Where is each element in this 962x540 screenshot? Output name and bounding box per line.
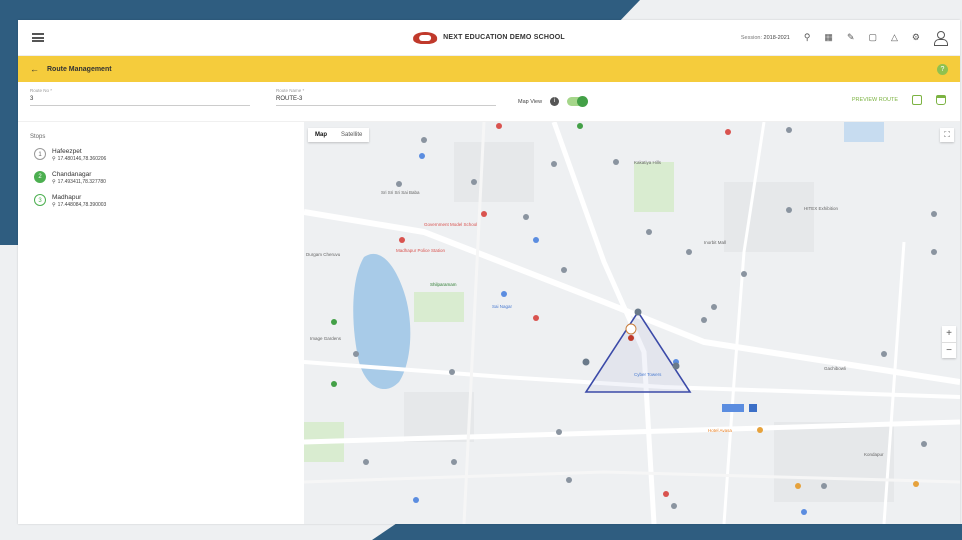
route-name-input[interactable]: ROUTE-3 — [276, 96, 496, 106]
place-sai-baba[interactable]: Sri Sri Sri Sai Baba — [381, 190, 420, 195]
map-view-label: Map View — [518, 98, 543, 105]
fullscreen-icon[interactable]: ⛶ — [940, 128, 954, 142]
location-pin-icon: ⚲ — [52, 179, 56, 185]
map-type-tabs: Map Satellite — [308, 128, 370, 142]
stop-item[interactable]: 3 Madhapur ⚲ 17.448084,78.390003 — [30, 194, 292, 208]
edit-icon[interactable]: ✎ — [847, 33, 855, 42]
decorative-bottom-band — [372, 524, 962, 540]
place-sai-nagar[interactable]: Sai Nagar — [492, 304, 512, 309]
menu-icon[interactable] — [32, 33, 44, 42]
calendar-icon[interactable]: ▦ — [824, 33, 833, 42]
route-name-label: Route Name * — [276, 88, 305, 93]
stop-coordinates: 17.493411,78.327780 — [57, 179, 106, 185]
place-kakatiya[interactable]: Kakatiya Hills — [634, 160, 661, 165]
decorative-left-band — [0, 0, 18, 245]
help-icon[interactable]: ? — [937, 63, 948, 75]
top-right-toolbar: Session: 2018-2021 ⚲ ▦ ✎ ▢ △ ⚙ — [741, 30, 948, 46]
search-icon[interactable]: ⚲ — [804, 33, 811, 42]
stop-item[interactable]: 2 Chandanagar ⚲ 17.493411,78.327780 — [30, 171, 292, 185]
stop-name: Hafeezpet — [52, 148, 82, 155]
stop-name: Chandanagar — [52, 171, 92, 178]
route-actions: PREVIEW ROUTE — [852, 95, 946, 105]
tab-satellite[interactable]: Satellite — [334, 128, 369, 142]
main-content: Stops 1 Hafeezpet ⚲ 17.480146,78.360206 2… — [18, 122, 960, 524]
session-display[interactable]: Session: 2018-2021 — [741, 35, 790, 41]
map-view-toggle[interactable] — [567, 96, 589, 107]
map-canvas[interactable] — [304, 122, 960, 524]
place-hitex[interactable]: HITEX Exhibition — [804, 206, 838, 211]
settings-icon[interactable]: ⚙ — [912, 33, 920, 42]
brand: NEXT EDUCATION DEMO SCHOOL — [413, 31, 565, 44]
stops-panel: Stops 1 Hafeezpet ⚲ 17.480146,78.360206 2… — [18, 122, 304, 524]
location-pin-icon: ⚲ — [52, 202, 56, 208]
session-label: Session: — [740, 34, 762, 41]
user-icon[interactable] — [934, 30, 948, 46]
stop-number-marker: 1 — [34, 148, 46, 160]
school-logo — [413, 31, 438, 44]
route-form: Route No * 3 Route Name * ROUTE-3 Map Vi… — [18, 82, 960, 122]
place-image-gardens[interactable]: Image Gardens — [310, 336, 341, 341]
edit-route-icon[interactable] — [912, 95, 922, 105]
school-name: NEXT EDUCATION DEMO SCHOOL — [443, 34, 565, 41]
page-title: Route Management — [47, 65, 112, 73]
stop-number-marker: 3 — [34, 194, 46, 206]
stop-number-marker: 2 — [34, 171, 46, 183]
map-view-control: Map View i — [518, 96, 589, 107]
zoom-control: + − — [942, 326, 956, 358]
place-durgam[interactable]: Durgam Cheruvu — [306, 252, 340, 257]
zoom-out-button[interactable]: − — [942, 342, 956, 358]
page-header: ← Route Management ? — [18, 56, 960, 82]
route-no-field[interactable]: Route No * 3 — [30, 88, 250, 106]
stop-coordinates: 17.448084,78.390003 — [57, 202, 107, 208]
place-govt-school[interactable]: Government Model School — [424, 222, 477, 227]
place-shilparamam[interactable]: Shilparamam — [430, 282, 457, 287]
back-arrow-icon[interactable]: ← — [30, 64, 39, 74]
message-icon[interactable]: ▢ — [868, 33, 877, 42]
location-pin-icon: ⚲ — [52, 156, 56, 162]
preview-route-button[interactable]: PREVIEW ROUTE — [852, 97, 898, 103]
top-bar: NEXT EDUCATION DEMO SCHOOL Session: 2018… — [18, 20, 960, 56]
route-no-input[interactable]: 3 — [30, 96, 250, 106]
route-map[interactable]: Sri Sri Sri Sai Baba Government Model Sc… — [304, 122, 960, 524]
route-name-field[interactable]: Route Name * ROUTE-3 — [276, 88, 496, 106]
place-gachibowli[interactable]: Gachibowli — [824, 366, 846, 371]
stops-title: Stops — [30, 134, 46, 140]
place-inorbit[interactable]: Inorbit Mall — [704, 240, 726, 245]
tab-map[interactable]: Map — [308, 128, 334, 142]
place-cyber-towers[interactable]: Cyber Towers — [634, 372, 661, 377]
stop-item[interactable]: 1 Hafeezpet ⚲ 17.480146,78.360206 — [30, 148, 292, 162]
place-kondapur[interactable]: Kondapur — [864, 452, 884, 457]
session-value: 2018-2021 — [763, 34, 790, 41]
zoom-in-button[interactable]: + — [942, 326, 956, 342]
app-window: NEXT EDUCATION DEMO SCHOOL Session: 2018… — [18, 20, 960, 524]
stop-coordinates: 17.480146,78.360206 — [57, 156, 107, 162]
place-avasa[interactable]: Hotel Avasa — [708, 428, 732, 433]
delete-route-icon[interactable] — [936, 95, 946, 105]
decorative-top-band — [0, 0, 640, 20]
route-no-label: Route No * — [30, 88, 53, 93]
info-icon[interactable]: i — [550, 97, 560, 106]
stop-name: Madhapur — [52, 194, 82, 201]
place-police-station[interactable]: Madhapur Police Station — [396, 248, 445, 253]
bell-icon[interactable]: △ — [891, 33, 898, 42]
